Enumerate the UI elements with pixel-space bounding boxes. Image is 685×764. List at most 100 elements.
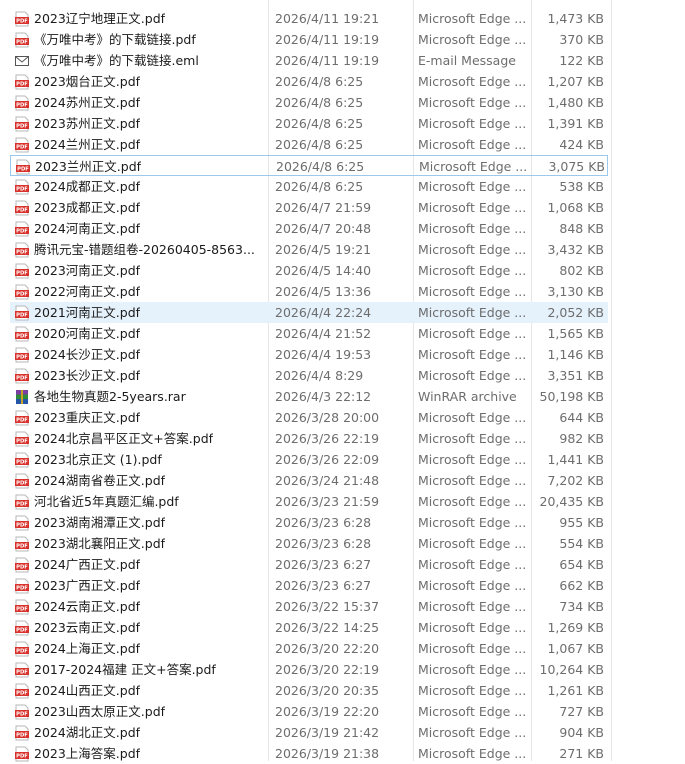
pdf-icon: PDF [14,368,30,384]
file-row[interactable]: PDF 2023长沙正文.pdf 2026/4/4 8:29 Microsoft Ed… [10,365,608,386]
file-date: 2026/4/8 6:25 [275,137,364,152]
file-size: 644 KB [559,410,604,425]
email-icon [14,53,30,69]
file-name-cell: PDF 2023长沙正文.pdf [14,365,266,386]
file-date: 2026/4/7 20:48 [275,221,372,236]
file-type: Microsoft Edge ... [418,263,527,278]
file-size: 2,052 KB [547,305,604,320]
file-size: 1,261 KB [547,683,604,698]
pdf-icon: PDF [14,116,30,132]
file-size: 1,269 KB [547,620,604,635]
file-row[interactable]: PDF 2023广西正文.pdf 2026/3/23 6:27 Microsoft E… [10,575,608,596]
file-name: 《万唯中考》的下载链接.pdf [34,32,196,47]
file-name: 2021河南正文.pdf [34,305,141,320]
file-size: 424 KB [559,137,604,152]
file-name-cell: PDF 2023兰州正文.pdf [15,156,267,177]
svg-text:PDF: PDF [16,480,28,486]
file-date: 2026/4/8 6:25 [276,159,365,174]
file-row[interactable]: PDF 2024兰州正文.pdf 2026/4/8 6:25 Microsoft Ed… [10,134,608,155]
file-row[interactable]: PDF 2024苏州正文.pdf 2026/4/8 6:25 Microsoft Ed… [10,92,608,113]
svg-text:PDF: PDF [16,312,28,318]
file-row[interactable]: PDF 2021河南正文.pdf 2026/4/4 22:24 Microsoft E… [10,302,608,323]
file-size: 3,351 KB [547,368,604,383]
file-name: 河北省近5年真题汇编.pdf [34,494,179,509]
svg-text:PDF: PDF [16,732,28,738]
file-row[interactable]: PDF 2023兰州正文.pdf 2026/4/8 6:25 Microsoft Ed… [10,155,608,176]
file-row[interactable]: PDF 2024河南正文.pdf 2026/4/7 20:48 Microsoft E… [10,218,608,239]
file-row[interactable]: PDF 2023山西太原正文.pdf 2026/3/19 22:20 Microsof… [10,701,608,722]
file-name-cell: PDF 2024山西正文.pdf [14,680,266,701]
file-date: 2026/3/26 22:19 [275,431,380,446]
file-row[interactable]: PDF 2024湖南省卷正文.pdf 2026/3/24 21:48 Microsof… [10,470,608,491]
file-date: 2026/3/23 6:28 [275,536,372,551]
file-row[interactable]: 各地生物真题2-5years.rar 2026/4/3 22:12 WinRAR a… [10,386,608,407]
file-type: Microsoft Edge ... [418,515,527,530]
file-date: 2026/3/24 21:48 [275,473,380,488]
file-row[interactable]: PDF 腾讯元宝-错题组卷-20260405-8563... 2026/4/5 19… [10,239,608,260]
file-name: 腾讯元宝-错题组卷-20260405-8563... [34,242,255,257]
file-name: 2024成都正文.pdf [34,179,141,194]
file-date: 2026/3/23 6:27 [275,578,372,593]
file-row[interactable]: PDF 2023烟台正文.pdf 2026/4/8 6:25 Microsoft Ed… [10,71,608,92]
file-row[interactable]: PDF 2024广西正文.pdf 2026/3/23 6:27 Microsoft E… [10,554,608,575]
file-name-cell: PDF 2024云南正文.pdf [14,596,266,617]
file-type: Microsoft Edge ... [418,179,527,194]
file-row[interactable]: PDF 2024山西正文.pdf 2026/3/20 20:35 Microsoft … [10,680,608,701]
file-name: 2023兰州正文.pdf [35,159,142,174]
file-row[interactable]: PDF 河北省近5年真题汇编.pdf 2026/3/23 21:59 Microsof… [10,491,608,512]
file-name-cell: PDF 2024湖北正文.pdf [14,722,266,743]
file-row[interactable]: PDF 2023苏州正文.pdf 2026/4/8 6:25 Microsoft Ed… [10,113,608,134]
file-row[interactable]: PDF 2017-2024福建 正文+答案.pdf 2026/3/20 22:19 M… [10,659,608,680]
file-row[interactable]: PDF 2023北京正文 (1).pdf 2026/3/26 22:09 Micros… [10,449,608,470]
file-date: 2026/4/8 6:25 [275,116,364,131]
file-row[interactable]: PDF 2024北京昌平区正文+答案.pdf 2026/3/26 22:19 Micr… [10,428,608,449]
file-row[interactable]: PDF 2024长沙正文.pdf 2026/4/4 19:53 Microsoft E… [10,344,608,365]
file-name-cell: PDF 2023成都正文.pdf [14,197,266,218]
file-row[interactable]: PDF 2023湖北襄阳正文.pdf 2026/3/23 6:28 Microsoft… [10,533,608,554]
pdf-icon: PDF [14,242,30,258]
svg-text:PDF: PDF [16,753,28,759]
file-row[interactable]: PDF 2024云南正文.pdf 2026/3/22 15:37 Microsoft … [10,596,608,617]
file-row[interactable]: PDF 2024上海正文.pdf 2026/3/20 22:20 Microsoft … [10,638,608,659]
file-row[interactable]: PDF 2023云南正文.pdf 2026/3/22 14:25 Microsoft … [10,617,608,638]
file-row[interactable]: PDF 《万唯中考》的下载链接.pdf 2026/4/11 19:19 Microso… [10,29,608,50]
svg-text:PDF: PDF [16,39,28,45]
file-name: 2024河南正文.pdf [34,221,141,236]
file-type: WinRAR archive [418,389,517,404]
file-name-cell: PDF 2024兰州正文.pdf [14,134,266,155]
file-name: 2023辽宁地理正文.pdf [34,11,166,26]
file-name: 2024兰州正文.pdf [34,137,141,152]
file-name: 《万唯中考》的下载链接.eml [34,53,199,68]
file-size: 802 KB [559,263,604,278]
file-name-cell: PDF 河北省近5年真题汇编.pdf [14,491,266,512]
file-row[interactable]: PDF 2023湖南湘潭正文.pdf 2026/3/23 6:28 Microsoft… [10,512,608,533]
file-row[interactable]: PDF 2023辽宁地理正文.pdf 2026/4/11 19:21 Microsof… [10,8,608,29]
file-date: 2026/3/22 14:25 [275,620,380,635]
file-name: 2024广西正文.pdf [34,557,141,572]
file-row[interactable]: 《万唯中考》的下载链接.eml 2026/4/11 19:19 E-mail Mes… [10,50,608,71]
file-type: Microsoft Edge ... [418,704,527,719]
file-name-cell: PDF 2023山西太原正文.pdf [14,701,266,722]
file-name-cell: PDF 2024湖南省卷正文.pdf [14,470,266,491]
file-row[interactable]: PDF 2022河南正文.pdf 2026/4/5 13:36 Microsoft E… [10,281,608,302]
pdf-icon: PDF [14,494,30,510]
file-row[interactable]: PDF 2024成都正文.pdf 2026/4/8 6:25 Microsoft Ed… [10,176,608,197]
file-row[interactable]: PDF 2023重庆正文.pdf 2026/3/28 20:00 Microsoft … [10,407,608,428]
svg-text:PDF: PDF [16,543,28,549]
file-row[interactable]: PDF 2020河南正文.pdf 2026/4/4 21:52 Microsoft E… [10,323,608,344]
file-type: Microsoft Edge ... [418,494,527,509]
svg-text:PDF: PDF [16,228,28,234]
file-name-cell: PDF 2023湖南湘潭正文.pdf [14,512,266,533]
file-row[interactable]: PDF 2023河南正文.pdf 2026/4/5 14:40 Microsoft E… [10,260,608,281]
file-name-cell: PDF 《万唯中考》的下载链接.pdf [14,29,266,50]
file-size: 3,130 KB [547,284,604,299]
file-type: Microsoft Edge ... [418,452,527,467]
file-row[interactable]: PDF 2024湖北正文.pdf 2026/3/19 21:42 Microsoft … [10,722,608,743]
file-name: 2024长沙正文.pdf [34,347,141,362]
pdf-icon: PDF [14,725,30,741]
file-type: Microsoft Edge ... [418,221,527,236]
file-date: 2026/4/3 22:12 [275,389,372,404]
file-row[interactable]: PDF 2023成都正文.pdf 2026/4/7 21:59 Microsoft E… [10,197,608,218]
file-name: 2024云南正文.pdf [34,599,141,614]
file-name: 2024山西正文.pdf [34,683,141,698]
